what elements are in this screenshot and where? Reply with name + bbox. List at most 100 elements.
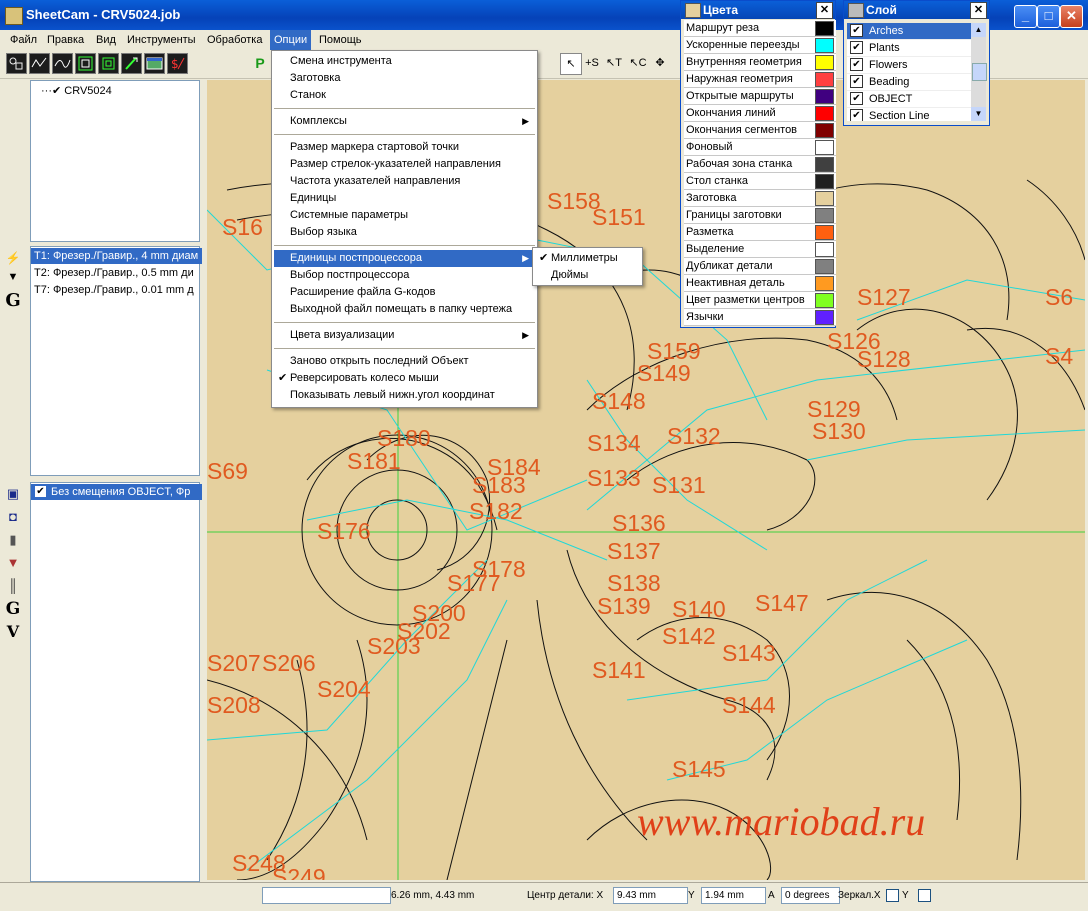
- color-swatch[interactable]: [815, 89, 834, 104]
- layer-row[interactable]: ✔ Beading: [847, 74, 971, 91]
- menu-file[interactable]: Файл: [6, 30, 41, 50]
- color-swatch[interactable]: [815, 106, 834, 121]
- color-row[interactable]: Заготовка: [684, 190, 836, 207]
- color-swatch[interactable]: [815, 72, 834, 87]
- color-row[interactable]: Окончания сегментов: [684, 122, 836, 139]
- options-menu-item[interactable]: Станок: [274, 87, 535, 104]
- options-menu-item[interactable]: Цвета визуализации ▶: [274, 327, 535, 344]
- layer-checkbox[interactable]: ✔: [850, 24, 863, 37]
- tool-gcode-icon[interactable]: G: [4, 292, 22, 310]
- color-swatch[interactable]: [815, 140, 834, 155]
- color-row[interactable]: Окончания линий: [684, 105, 836, 122]
- color-row[interactable]: Наружная геометрия: [684, 71, 836, 88]
- op-display-icon[interactable]: ▣: [4, 485, 22, 503]
- color-swatch[interactable]: [815, 208, 834, 223]
- layer-checkbox[interactable]: ✔: [850, 58, 863, 71]
- tree-root[interactable]: ···✔ CRV5024: [41, 84, 112, 97]
- color-row[interactable]: Рабочая зона станка: [684, 156, 836, 173]
- toolbar-button-shapes-icon[interactable]: [6, 53, 27, 74]
- tool-row[interactable]: T2: Фрезер./Гравир., 0.5 mm ди: [31, 265, 202, 281]
- layer-row[interactable]: ✔ Arches: [847, 23, 971, 40]
- toolbar-button-offset-icon[interactable]: [75, 53, 96, 74]
- mirror-y-checkbox[interactable]: [918, 889, 931, 902]
- center-tool-icon[interactable]: ↖C: [628, 53, 648, 73]
- toolbar-button-drill-icon[interactable]: [121, 53, 142, 74]
- toolbar-button-pocket-icon[interactable]: [98, 53, 119, 74]
- scroll-thumb[interactable]: [972, 63, 987, 81]
- op-mill-icon[interactable]: ║: [4, 577, 22, 595]
- tab-tool-icon[interactable]: ↖T: [604, 53, 624, 73]
- layer-checkbox[interactable]: ✔: [850, 41, 863, 54]
- color-swatch[interactable]: [815, 123, 834, 138]
- mirror-x-checkbox[interactable]: [886, 889, 899, 902]
- op-drill-icon[interactable]: ▮: [4, 531, 22, 549]
- color-row[interactable]: Маршрут реза: [684, 20, 836, 37]
- color-swatch[interactable]: [815, 191, 834, 206]
- options-menu-item[interactable]: Выходной файл помещать в папку чертежа: [274, 301, 535, 318]
- layer-row[interactable]: ✔ Section Line: [847, 108, 971, 121]
- color-row[interactable]: Язычки: [684, 309, 836, 326]
- layers-scrollbar[interactable]: ▲ ▼: [971, 23, 987, 121]
- angle-input[interactable]: 0 degrees: [781, 887, 840, 904]
- select-cursor-icon[interactable]: ↖: [560, 53, 582, 75]
- run-button[interactable]: P: [250, 53, 270, 73]
- color-row[interactable]: Стол станка: [684, 173, 836, 190]
- menu-tools[interactable]: Инструменты: [123, 30, 200, 50]
- color-row[interactable]: Неактивная деталь: [684, 275, 836, 292]
- submenu-item-inches[interactable]: Дюймы: [535, 267, 640, 284]
- layer-checkbox[interactable]: ✔: [850, 92, 863, 105]
- minimize-button[interactable]: _: [1014, 5, 1037, 28]
- center-y-input[interactable]: 1.94 mm: [701, 887, 766, 904]
- scroll-up-icon[interactable]: ▲: [971, 23, 986, 37]
- color-row[interactable]: Внутренняя геометрия: [684, 54, 836, 71]
- color-row[interactable]: Границы заготовки: [684, 207, 836, 224]
- tool-drill-icon[interactable]: ⚡: [4, 249, 22, 267]
- color-swatch[interactable]: [815, 225, 834, 240]
- tool-cutter-icon[interactable]: ▼: [4, 268, 22, 286]
- layer-checkbox[interactable]: ✔: [850, 75, 863, 88]
- color-swatch[interactable]: [815, 174, 834, 189]
- options-menu-item[interactable]: Смена инструмента: [274, 53, 535, 70]
- menu-help[interactable]: Помощь: [315, 30, 366, 50]
- color-row[interactable]: Цвет разметки центров: [684, 292, 836, 309]
- layer-row[interactable]: ✔ OBJECT: [847, 91, 971, 108]
- op-verify-icon[interactable]: V: [4, 623, 22, 641]
- color-swatch[interactable]: [815, 38, 834, 53]
- op-cutter-icon[interactable]: ▼: [4, 554, 22, 572]
- color-swatch[interactable]: [815, 276, 834, 291]
- color-swatch[interactable]: [815, 259, 834, 274]
- options-menu-item[interactable]: Единицы: [274, 190, 535, 207]
- options-menu-item[interactable]: Размер маркера стартовой точки: [274, 139, 535, 156]
- toolbar-button-post-icon[interactable]: $: [167, 53, 188, 74]
- options-menu-item[interactable]: Размер стрелок-указателей направления: [274, 156, 535, 173]
- options-menu-item[interactable]: Заново открыть последний Объект: [274, 353, 535, 370]
- color-row[interactable]: Дубликат детали: [684, 258, 836, 275]
- color-swatch[interactable]: [815, 157, 834, 172]
- toolbar-button-curve-icon[interactable]: [52, 53, 73, 74]
- center-x-input[interactable]: 9.43 mm: [613, 887, 688, 904]
- layer-row[interactable]: ✔ Plants: [847, 40, 971, 57]
- layers-window-close-button[interactable]: ✕: [970, 2, 987, 19]
- options-menu-item[interactable]: Выбор постпроцессора: [274, 267, 535, 284]
- start-point-tool-icon[interactable]: +S: [582, 53, 602, 73]
- tool-row[interactable]: T7: Фрезер./Гравир., 0.01 mm д: [31, 282, 202, 298]
- menu-options[interactable]: Опции: [270, 30, 312, 50]
- toolbar-button-path-icon[interactable]: [29, 53, 50, 74]
- op-gcode-icon[interactable]: G: [4, 600, 22, 618]
- menu-view[interactable]: Вид: [92, 30, 120, 50]
- submenu-item-millimeters[interactable]: ✔ Миллиметры: [535, 250, 640, 267]
- layer-row[interactable]: ✔ Flowers: [847, 57, 971, 74]
- menu-edit[interactable]: Правка: [43, 30, 88, 50]
- move-tool-icon[interactable]: ✥: [650, 53, 670, 73]
- color-swatch[interactable]: [815, 55, 834, 70]
- options-menu-item[interactable]: Частота указателей направления: [274, 173, 535, 190]
- color-swatch[interactable]: [815, 310, 834, 325]
- options-menu-item[interactable]: Выбор языка: [274, 224, 535, 241]
- operation-row[interactable]: ✔ Без смещения OBJECT, Фр: [31, 484, 202, 500]
- options-menu-item[interactable]: Комплексы ▶: [274, 113, 535, 130]
- color-row[interactable]: Выделение: [684, 241, 836, 258]
- menu-processing[interactable]: Обработка: [203, 30, 266, 50]
- options-menu-item[interactable]: ✔ Реверсировать колесо мыши: [274, 370, 535, 387]
- toolbar-button-window-icon[interactable]: [144, 53, 165, 74]
- color-row[interactable]: Разметка: [684, 224, 836, 241]
